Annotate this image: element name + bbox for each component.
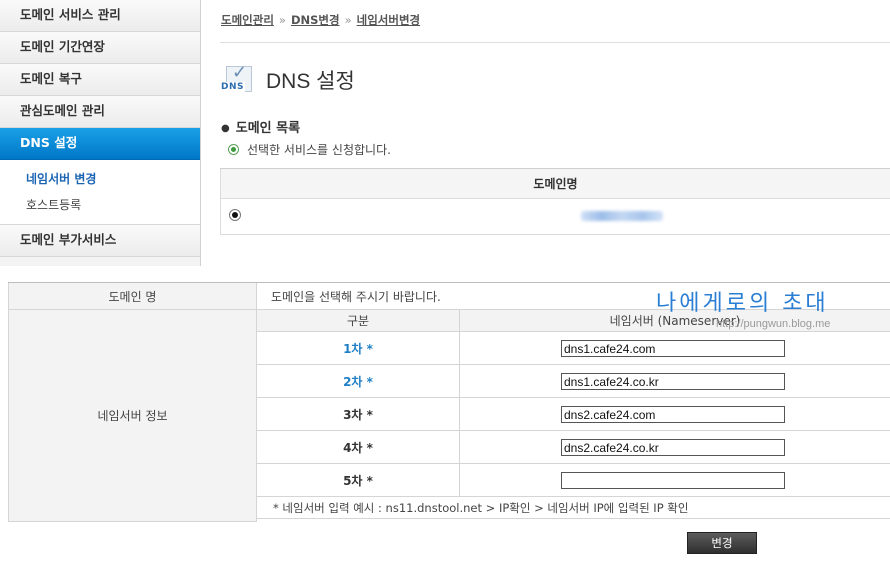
watermark-title: 나에게로의 초대 bbox=[656, 291, 829, 316]
sidebar-subitem-nameserver[interactable]: 네임서버 변경 bbox=[0, 166, 200, 192]
sidebar-item-dns-settings[interactable]: DNS 설정 bbox=[0, 128, 200, 160]
radio-indicator-icon bbox=[228, 144, 239, 155]
table-row: 3차 * bbox=[257, 398, 890, 431]
ns-row-label: 4차 * bbox=[257, 431, 460, 463]
section-title: ● 도메인 목록 bbox=[221, 117, 300, 136]
sidebar-item-renewal[interactable]: 도메인 기간연장 bbox=[0, 32, 200, 64]
table-row: 1차 * bbox=[257, 332, 890, 365]
sidebar-item-domain-service[interactable]: 도메인 서비스 관리 bbox=[0, 0, 200, 32]
breadcrumb-separator: » bbox=[278, 13, 286, 27]
notice: 선택한 서비스를 신청합니다. bbox=[228, 141, 391, 158]
page-header: ✓ DNS DNS 설정 bbox=[220, 64, 355, 96]
table-row bbox=[220, 199, 890, 235]
sidebar-item-addon[interactable]: 도메인 부가서비스 bbox=[0, 225, 200, 257]
blurred-domain-name bbox=[581, 211, 663, 221]
ns2-input[interactable] bbox=[561, 373, 785, 390]
col-type-header: 구분 bbox=[257, 310, 460, 331]
change-button[interactable]: 변경 bbox=[687, 532, 757, 554]
dns-icon: ✓ DNS bbox=[220, 64, 258, 96]
domain-column-header: 도메인명 bbox=[220, 169, 890, 199]
ns5-input[interactable] bbox=[561, 472, 785, 489]
sidebar-submenu: 네임서버 변경 호스트등록 bbox=[0, 160, 200, 225]
table-row: 2차 * bbox=[257, 365, 890, 398]
ns4-input[interactable] bbox=[561, 439, 785, 456]
sidebar-nav: 도메인 서비스 관리 도메인 기간연장 도메인 복구 관심도메인 관리 DNS … bbox=[0, 0, 201, 268]
page-title: DNS 설정 bbox=[266, 70, 355, 93]
nameserver-info-label: 네임서버 정보 bbox=[8, 310, 257, 522]
divider bbox=[220, 42, 890, 43]
input-example-text: * 네임서버 입력 예시 : ns11.dnstool.net > IP확인 >… bbox=[257, 497, 890, 519]
notice-text: 선택한 서비스를 신청합니다. bbox=[247, 143, 391, 157]
domain-table: 도메인명 bbox=[220, 168, 890, 235]
ns-row-label: 5차 * bbox=[257, 464, 460, 496]
ns-row-label: 2차 * bbox=[257, 365, 460, 397]
dns-icon-label: DNS bbox=[220, 82, 245, 92]
domain-name-label: 도메인 명 bbox=[8, 283, 257, 310]
ns1-input[interactable] bbox=[561, 340, 785, 357]
ns-row-label: 3차 * bbox=[257, 398, 460, 430]
table-row: 4차 * bbox=[257, 431, 890, 464]
sidebar-subitem-host[interactable]: 호스트등록 bbox=[0, 192, 200, 218]
ns-row-label: 1차 * bbox=[257, 332, 460, 364]
sidebar-item-recovery[interactable]: 도메인 복구 bbox=[0, 64, 200, 96]
breadcrumb: 도메인관리 » DNS변경 » 네임서버변경 bbox=[221, 12, 420, 28]
nameserver-grid: 구분 네임서버 (Nameserver) 1차 * 2차 * 3차 * 4차 * bbox=[257, 310, 890, 522]
table-row: 5차 * bbox=[257, 464, 890, 497]
breadcrumb-separator: » bbox=[344, 13, 352, 27]
domain-radio[interactable] bbox=[229, 209, 241, 221]
bullet-icon: ● bbox=[221, 123, 230, 134]
section-title-text: 도메인 목록 bbox=[235, 121, 301, 136]
watermark-url: http://pungwun.blog.me bbox=[716, 318, 831, 330]
breadcrumb-dns[interactable]: DNS변경 bbox=[291, 13, 340, 27]
ns3-input[interactable] bbox=[561, 406, 785, 423]
breadcrumb-nameserver[interactable]: 네임서버변경 bbox=[357, 13, 420, 27]
sidebar-item-watchlist[interactable]: 관심도메인 관리 bbox=[0, 96, 200, 128]
breadcrumb-domain[interactable]: 도메인관리 bbox=[221, 13, 274, 27]
